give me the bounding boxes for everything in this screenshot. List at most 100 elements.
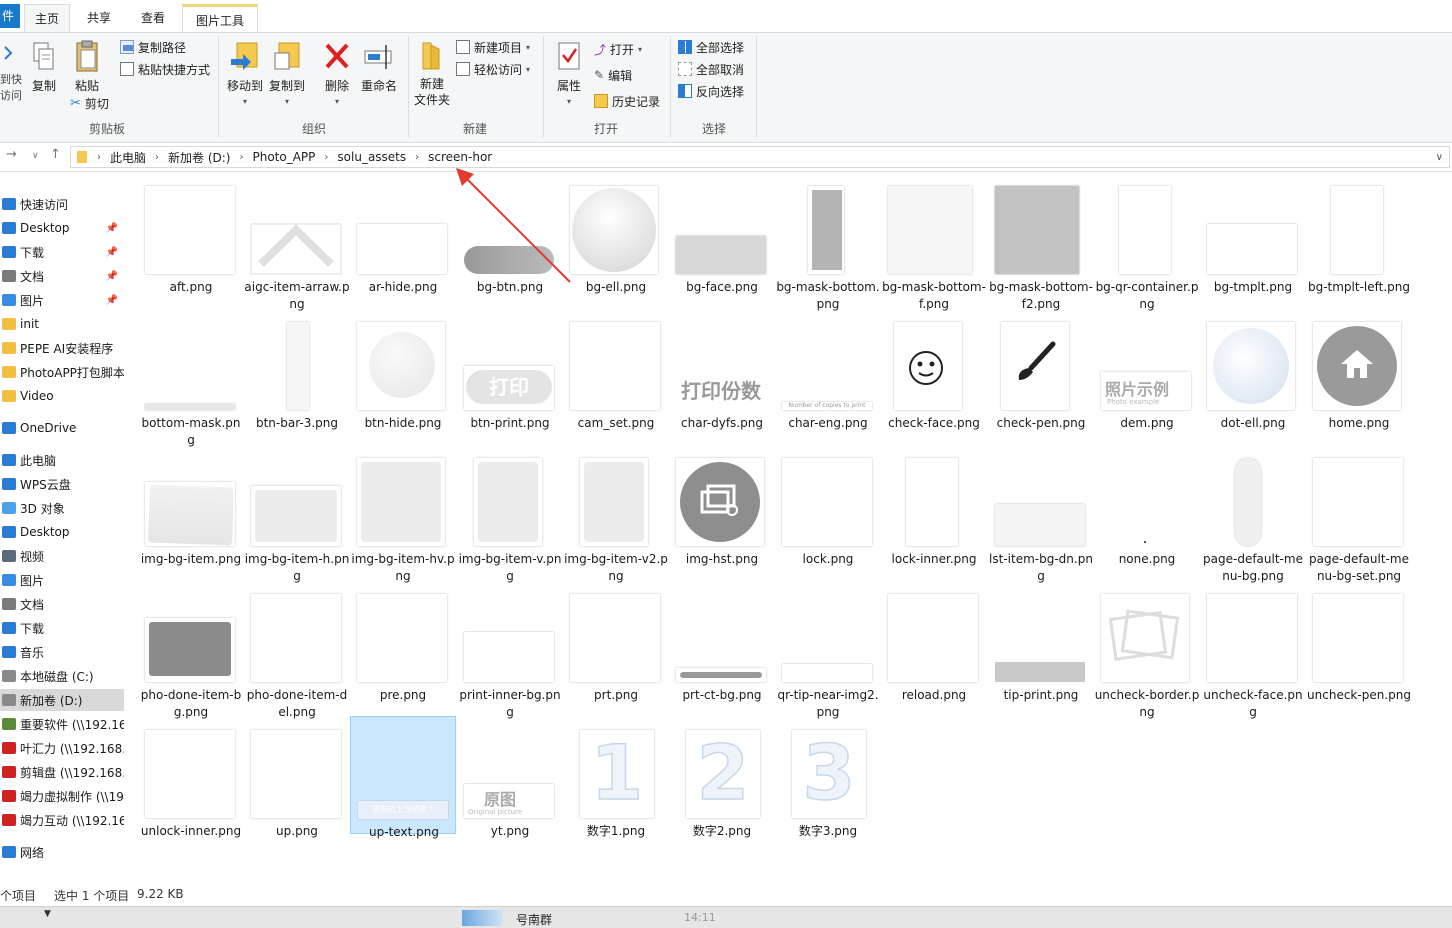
breadcrumb-separator[interactable]: › — [235, 152, 247, 163]
file-item[interactable]: 2 数字2.png — [669, 716, 775, 838]
file-item[interactable]: img-bg-item-v.png — [457, 444, 563, 583]
edit-button[interactable]: ✎ 编辑 — [594, 65, 632, 85]
file-item[interactable]: page-default-menu-bg.png — [1200, 444, 1306, 583]
nav-item[interactable]: 剪辑盘 (\\192.168. — [0, 761, 124, 783]
select-all-button[interactable]: 全部选择 — [678, 37, 744, 57]
rename-button[interactable]: 重命名 — [358, 39, 400, 94]
copy-button[interactable]: 复制 — [28, 41, 60, 94]
nav-item[interactable]: 快速访问 — [0, 193, 124, 215]
nav-item[interactable]: 叶汇力 (\\192.168. — [0, 737, 124, 759]
file-item[interactable]: bg-btn.png — [457, 172, 563, 294]
file-item[interactable]: lst-item-bg-dn.png — [988, 444, 1094, 583]
breadcrumb-this-pc[interactable]: 此电脑 — [105, 149, 151, 166]
file-item[interactable]: bg-mask-bottom.png — [775, 172, 881, 311]
invert-selection-button[interactable]: 反向选择 — [678, 81, 744, 101]
breadcrumb-solu-assets[interactable]: solu_assets — [332, 150, 411, 164]
nav-item[interactable]: 下载 — [0, 617, 124, 639]
file-item[interactable]: prt-ct-bg.png — [669, 580, 775, 702]
pin-quick-access-button[interactable]: 到快 访问 — [0, 41, 22, 104]
tab-picture-tools[interactable]: 图片工具 — [182, 4, 258, 32]
nav-item[interactable]: 竭力虚拟制作 (\\19 — [0, 785, 124, 807]
file-item[interactable]: page-default-menu-bg-set.png — [1306, 444, 1412, 583]
file-item[interactable]: aigc-item-arraw.png — [244, 172, 350, 311]
nav-item[interactable]: 视频 — [0, 545, 124, 567]
history-button[interactable]: 历史记录 — [594, 91, 660, 111]
copy-path-button[interactable]: 复制路径 — [120, 37, 186, 57]
recent-dropdown-icon[interactable]: ∨ — [32, 151, 39, 161]
tab-share[interactable]: 共享 — [76, 4, 122, 32]
file-item[interactable]: bg-tmplt-left.png — [1306, 172, 1412, 294]
file-item[interactable]: aft.png — [138, 172, 244, 294]
file-item[interactable]: uncheck-pen.png — [1306, 580, 1412, 702]
nav-item[interactable]: 音乐 — [0, 641, 124, 663]
tab-view[interactable]: 查看 — [130, 4, 176, 32]
file-item[interactable]: bg-mask-bottom-f.png — [881, 172, 987, 311]
file-item[interactable]: qr-tip-near-img2.png — [775, 580, 881, 719]
file-item[interactable]: unlock-inner.png — [138, 716, 244, 838]
breadcrumb-screen-hor[interactable]: screen-hor — [423, 150, 497, 164]
file-item[interactable]: 原图 Original picture yt.png — [457, 716, 563, 838]
nav-item[interactable]: PEPE AI安装程序 — [0, 337, 124, 359]
nav-item[interactable]: 图片 📌 — [0, 289, 124, 311]
nav-item[interactable]: 文档 — [0, 593, 124, 615]
file-item[interactable]: reload.png — [881, 580, 987, 702]
paste-button[interactable]: 粘贴 — [70, 39, 104, 94]
cut-button[interactable]: ✂ 剪切 — [70, 93, 109, 113]
file-item[interactable]: img-bg-item-h.png — [244, 444, 350, 583]
tab-home[interactable]: 主页 — [24, 4, 70, 32]
file-item[interactable]: prt.png — [563, 580, 669, 702]
nav-item[interactable]: 新加卷 (D:) — [0, 689, 124, 711]
file-item[interactable]: Number of copies to print char-eng.png — [775, 308, 881, 430]
nav-item[interactable]: 3D 对象 — [0, 497, 124, 519]
nav-item[interactable]: WPS云盘 — [0, 473, 124, 495]
nav-item[interactable]: 图片 — [0, 569, 124, 591]
file-item[interactable]: 照片示例 Photo example dem.png — [1094, 308, 1200, 430]
delete-button[interactable]: 删除 ▾ — [320, 39, 354, 110]
file-item[interactable]: ar-hide.png — [350, 172, 456, 294]
file-item[interactable]: bg-qr-container.png — [1094, 172, 1200, 311]
nav-item[interactable]: 文档 📌 — [0, 265, 124, 287]
file-item[interactable]: 打印 btn-print.png — [457, 308, 563, 430]
breadcrumb-separator[interactable]: › — [411, 152, 423, 163]
vertical-scrollbar[interactable] — [1436, 172, 1452, 878]
file-item[interactable]: img-bg-item-hv.png — [350, 444, 456, 583]
file-item[interactable]: cam_set.png — [563, 308, 669, 430]
breadcrumb-separator[interactable]: › — [151, 152, 163, 163]
address-bar[interactable]: › 此电脑 › 新加卷 (D:) › Photo_APP › solu_asse… — [70, 146, 1450, 168]
file-item[interactable]: uncheck-face.png — [1200, 580, 1306, 719]
file-item[interactable]: pho-done-item-bg.png — [138, 580, 244, 719]
new-item-button[interactable]: 新建项目 ▾ — [456, 37, 530, 57]
file-item[interactable]: bg-face.png — [669, 172, 775, 294]
file-item[interactable]: print-inner-bg.png — [457, 580, 563, 719]
open-button[interactable]: ⤴ 打开 ▾ — [594, 39, 642, 59]
nav-item[interactable]: 重要软件 (\\192.16 — [0, 713, 124, 735]
nav-item[interactable]: Desktop — [0, 521, 124, 543]
forward-arrow-icon[interactable]: → — [6, 147, 17, 162]
file-item[interactable]: 1 数字1.png — [563, 716, 669, 838]
file-item[interactable]: lock.png — [775, 444, 881, 566]
file-item[interactable]: 请拖动上方边框↑ up-text.png — [350, 716, 456, 839]
easy-access-button[interactable]: 轻松访问 ▾ — [456, 59, 530, 79]
breadcrumb-photo-app[interactable]: Photo_APP — [247, 150, 320, 164]
file-item[interactable]: img-bg-item-v2.png — [563, 444, 669, 583]
nav-item[interactable]: 网络 — [0, 841, 124, 863]
address-dropdown-icon[interactable]: ∨ — [1436, 152, 1443, 163]
file-item[interactable]: home.png — [1306, 308, 1412, 430]
move-to-button[interactable]: 移动到 ▾ — [226, 39, 264, 110]
properties-button[interactable]: 属性 ▾ — [552, 39, 586, 110]
file-item[interactable]: none.png — [1094, 444, 1200, 566]
new-folder-button[interactable]: 新建 文件夹 — [412, 39, 452, 108]
nav-item[interactable]: Video — [0, 385, 124, 407]
file-item[interactable]: img-hst.png — [669, 444, 775, 566]
file-item[interactable]: 3 数字3.png — [775, 716, 881, 838]
breadcrumb-separator[interactable]: › — [320, 152, 332, 163]
file-item[interactable]: btn-hide.png — [350, 308, 456, 430]
file-item[interactable]: pre.png — [350, 580, 456, 702]
tab-file[interactable]: 件 — [0, 4, 20, 28]
breadcrumb-separator[interactable]: › — [93, 152, 105, 163]
nav-item[interactable]: init — [0, 313, 124, 335]
file-item[interactable]: uncheck-border.png — [1094, 580, 1200, 719]
select-none-button[interactable]: 全部取消 — [678, 59, 744, 79]
file-item[interactable]: tip-print.png — [988, 580, 1094, 702]
nav-item[interactable]: 下载 📌 — [0, 241, 124, 263]
